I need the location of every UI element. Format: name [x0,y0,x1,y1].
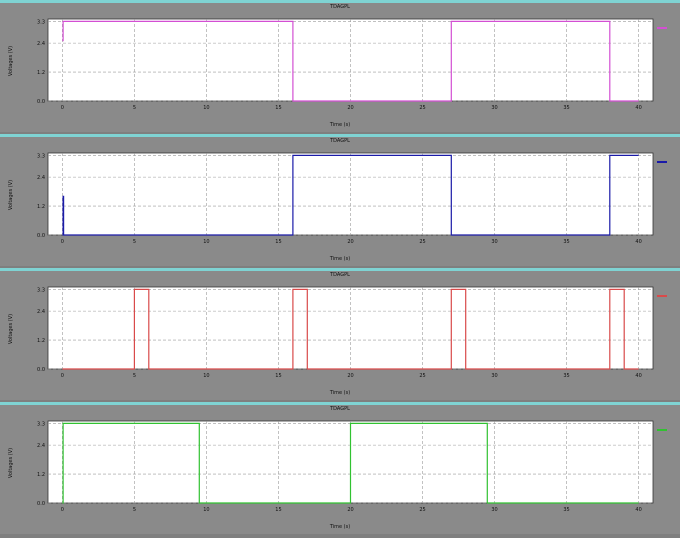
x-tick-label: 15 [275,105,281,111]
y-tick-label: 1.2 [37,204,45,210]
y-tick-label: 2.4 [37,175,45,181]
plot-svg[interactable]: 0 5 10 15 20 25 30 35 40 0.0 1.2 2.4 3.3 [0,271,680,403]
x-tick-label: 35 [563,373,569,379]
x-tick-label: 5 [133,373,136,379]
x-tick-label: 5 [133,507,136,513]
x-tick-label: 10 [203,373,209,379]
x-tick-label: 30 [491,507,497,513]
x-tick-label: 25 [419,239,425,245]
y-tick-label: 3.3 [37,153,45,159]
x-tick-label: 30 [491,105,497,111]
x-tick-label: 30 [491,373,497,379]
x-tick-label: 10 [203,507,209,513]
plot-panel-4: TDAGPL Voltages (V) Time (s) 0 5 10 15 20 25 3… [0,402,680,534]
x-tick-label: 5 [133,239,136,245]
x-tick-label: 40 [635,507,641,513]
x-tick-label: 0 [61,373,64,379]
x-tick-label: 35 [563,105,569,111]
y-tick-label: 3.3 [37,287,45,293]
x-tick-label: 40 [635,373,641,379]
x-tick-label: 25 [419,105,425,111]
legend-swatch [657,429,667,431]
x-tick-label: 5 [133,105,136,111]
y-tick-label: 2.4 [37,41,45,47]
x-tick-label: 15 [275,239,281,245]
x-tick-label: 10 [203,239,209,245]
x-tick-label: 40 [635,105,641,111]
y-tick-label: 3.3 [37,19,45,25]
y-tick-label: 1.2 [37,338,45,344]
x-tick-label: 30 [491,239,497,245]
x-tick-label: 15 [275,373,281,379]
x-tick-label: 35 [563,507,569,513]
x-tick-label: 20 [347,105,353,111]
plot-panel-1: TDAGPL Voltages (V) Time (s) 0 5 10 15 20 25 3… [0,0,680,132]
x-tick-label: 35 [563,239,569,245]
simulation-window: TDAGPL Voltages (V) Time (s) 0 5 10 15 20 25 3… [0,0,680,538]
y-tick-label: 0.0 [37,501,45,507]
y-tick-label: 2.4 [37,443,45,449]
legend-swatch [657,27,667,29]
x-tick-label: 25 [419,373,425,379]
y-tick-label: 1.2 [37,472,45,478]
y-tick-label: 1.2 [37,70,45,76]
plot-svg[interactable]: 0 5 10 15 20 25 30 35 40 0.0 1.2 2.4 3.3 [0,405,680,537]
legend-swatch [657,295,667,297]
y-tick-label: 0.0 [37,367,45,373]
y-tick-label: 2.4 [37,309,45,315]
x-tick-label: 20 [347,373,353,379]
x-tick-label: 20 [347,507,353,513]
x-tick-label: 25 [419,507,425,513]
x-tick-label: 0 [61,239,64,245]
plot-svg[interactable]: 0 5 10 15 20 25 30 35 40 0.0 1.2 2.4 3.3 [0,3,680,135]
x-tick-label: 0 [61,507,64,513]
y-tick-label: 0.0 [37,99,45,105]
x-tick-label: 10 [203,105,209,111]
y-tick-label: 3.3 [37,421,45,427]
plot-svg[interactable]: 0 5 10 15 20 25 30 35 40 0.0 1.2 2.4 3.3 [0,137,680,269]
x-tick-label: 40 [635,239,641,245]
plot-panel-3: TDAGPL Voltages (V) Time (s) 0 5 10 15 20 25 3… [0,268,680,400]
x-tick-label: 0 [61,105,64,111]
plot-panel-2: TDAGPL Voltages (V) Time (s) 0 5 10 15 20 25 3… [0,134,680,266]
x-tick-label: 20 [347,239,353,245]
y-tick-label: 0.0 [37,233,45,239]
x-tick-label: 15 [275,507,281,513]
legend-swatch [657,161,667,163]
